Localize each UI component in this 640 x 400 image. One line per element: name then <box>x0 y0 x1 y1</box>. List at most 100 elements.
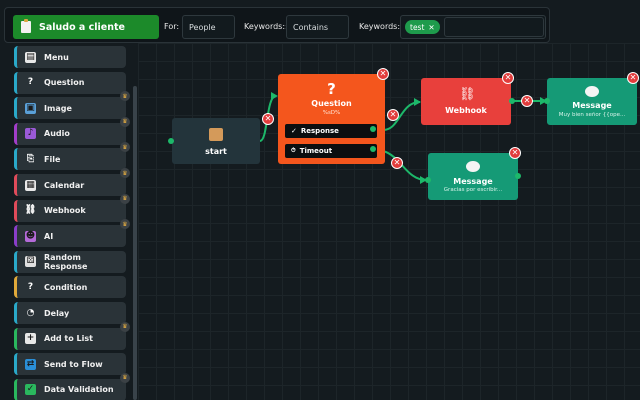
keyword-input[interactable] <box>444 17 544 37</box>
delete-webhook-node-icon[interactable]: ✕ <box>502 72 514 84</box>
message-2-input-port[interactable] <box>425 177 431 183</box>
flow-name-button[interactable]: Saludo a cliente <box>13 15 159 39</box>
message-2-title: Message <box>453 177 493 186</box>
message-2-output-port[interactable] <box>515 173 521 179</box>
message-1-title: Message <box>572 101 612 110</box>
question-option-timeout[interactable]: ⏱ Timeout <box>285 144 377 158</box>
for-select-value: People <box>189 22 216 32</box>
sidebar-item-label: Calendar <box>44 180 85 190</box>
menu-icon: ▤ <box>25 51 36 63</box>
sidebar-item-image[interactable]: ▣ Image ♛ <box>14 91 130 120</box>
question-node-title: Question <box>311 99 352 108</box>
delete-connection-icon[interactable]: ✕ <box>262 113 274 125</box>
message-1-input-port[interactable] <box>544 98 550 104</box>
sidebar-item-label: Audio <box>44 129 70 139</box>
sidebar-item-label: File <box>44 154 61 164</box>
delete-message-node-icon[interactable]: ✕ <box>627 72 639 84</box>
flow-builder-app: Saludo a cliente For: People Keywords:: … <box>0 0 640 400</box>
option-response-label: Response <box>300 127 339 135</box>
sidebar-item-add-to-list[interactable]: + Add to List ♛ <box>14 321 130 350</box>
sidebar-item-label: Add to List <box>44 334 93 344</box>
keyword-tag[interactable]: test ✕ <box>405 20 440 34</box>
keywords-type-label: Keywords:: <box>244 22 288 31</box>
webhook-output-port[interactable] <box>509 98 515 104</box>
for-select[interactable]: People <box>182 15 235 39</box>
premium-crown-icon: ♛ <box>120 193 130 204</box>
sidebar-item-label: Question <box>44 78 85 88</box>
dice-icon: ⚄ <box>25 256 36 268</box>
sidebar-scrollbar[interactable] <box>133 86 137 400</box>
sidebar-item-file[interactable]: ⎘ File ♛ <box>14 142 130 171</box>
webhook-icon: ⛓ <box>24 205 37 216</box>
sidebar-item-question[interactable]: ? Question <box>14 71 126 94</box>
calendar-icon: ▦ <box>25 179 36 191</box>
webhook-node[interactable]: ⛓ Webhook <box>421 78 511 125</box>
image-icon: ▣ <box>25 102 36 114</box>
shuffle-icon: ⇄ <box>25 358 36 370</box>
remove-tag-icon[interactable]: ✕ <box>428 23 434 32</box>
delete-message-node-icon[interactable]: ✕ <box>509 147 521 159</box>
keyword-tag-label: test <box>410 22 425 32</box>
response-output-port[interactable] <box>370 126 376 132</box>
sidebar-item-delay[interactable]: ◔ Delay <box>14 302 126 324</box>
link-icon: ⛓ <box>459 87 476 102</box>
sidebar-item-menu[interactable]: ▤ Menu <box>14 46 126 68</box>
add-list-icon: + <box>25 333 36 345</box>
sidebar-item-label: Webhook <box>44 206 86 216</box>
sidebar-item-random-response[interactable]: ⚄ Random Response <box>14 250 126 273</box>
question-node-subtitle: %sD% <box>322 110 341 116</box>
premium-crown-icon: ♛ <box>120 142 130 153</box>
message-1-preview: Muy bien señor {{ope... <box>558 112 626 118</box>
sidebar-item-audio[interactable]: ♪ Audio ♛ <box>14 116 130 145</box>
sidebar-item-calendar[interactable]: ▦ Calendar ♛ <box>14 168 130 196</box>
ai-robot-icon: ☻ <box>25 230 36 242</box>
sidebar-item-condition[interactable]: ? Condition <box>14 276 126 299</box>
sidebar-item-label: Delay <box>44 308 70 318</box>
flow-name-label: Saludo a cliente <box>39 21 125 33</box>
question-mark-icon: ? <box>27 281 34 292</box>
stopwatch-icon: ⏱ <box>291 147 296 154</box>
clock-icon: ◔ <box>26 307 35 318</box>
timeout-output-port[interactable] <box>370 146 376 152</box>
webhook-node-title: Webhook <box>445 106 487 115</box>
premium-crown-icon: ♛ <box>120 116 130 127</box>
check-icon: ✓ <box>291 127 297 135</box>
premium-crown-icon: ♛ <box>120 219 130 230</box>
clipboard-icon <box>21 19 31 33</box>
for-label: For: <box>164 22 180 31</box>
keywords-match-select[interactable]: Contains <box>286 15 349 39</box>
question-node-icon: ? <box>327 80 336 98</box>
speech-bubble-icon <box>585 86 599 97</box>
message-2-preview: Gracias por escribir... <box>443 187 503 193</box>
file-icon: ⎘ <box>26 153 35 164</box>
sidebar-item-data-validation[interactable]: ✓ Data Validation ♛ <box>14 372 130 400</box>
keywords-label: Keywords: <box>359 22 401 31</box>
delete-connection-icon[interactable]: ✕ <box>387 109 399 121</box>
speech-bubble-icon <box>466 161 480 172</box>
start-input-port[interactable] <box>168 138 174 144</box>
sidebar-item-label: Random Response <box>44 252 88 271</box>
sidebar-item-webhook[interactable]: ⛓ Webhook ♛ <box>14 193 130 222</box>
package-icon <box>209 128 223 141</box>
option-timeout-label: Timeout <box>299 147 333 155</box>
question-option-response[interactable]: ✓ Response <box>285 124 377 138</box>
sidebar-item-label: Data Validation <box>44 385 114 395</box>
sidebar-item-label: Image <box>44 103 72 113</box>
sidebar-item-send-to-flow[interactable]: ⇄ Send to Flow <box>14 353 126 376</box>
premium-crown-icon: ♛ <box>120 321 130 332</box>
sidebar-item-ai[interactable]: ☻ AI ♛ <box>14 219 130 248</box>
audio-icon: ♪ <box>25 128 36 140</box>
delete-connection-icon[interactable]: ✕ <box>521 95 533 107</box>
premium-crown-icon: ♛ <box>120 168 130 178</box>
start-node-title: start <box>205 147 227 156</box>
premium-crown-icon: ♛ <box>120 372 130 383</box>
keywords-match-value: Contains <box>293 22 329 32</box>
node-palette-sidebar: ▤ Menu? Question ▣ Image ♛ ♪ Audio ♛ ⎘ File ♛ ▦ Calen… <box>0 43 138 400</box>
delete-connection-icon[interactable]: ✕ <box>391 157 403 169</box>
checkbox-icon: ✓ <box>25 384 36 396</box>
message-node-2[interactable]: Message Gracias por escribir... <box>428 153 518 200</box>
sidebar-item-label: AI <box>44 231 54 241</box>
message-node-1[interactable]: Message Muy bien señor {{ope... <box>547 78 637 125</box>
start-node[interactable]: start <box>172 118 260 164</box>
delete-question-node-icon[interactable]: ✕ <box>377 68 389 80</box>
